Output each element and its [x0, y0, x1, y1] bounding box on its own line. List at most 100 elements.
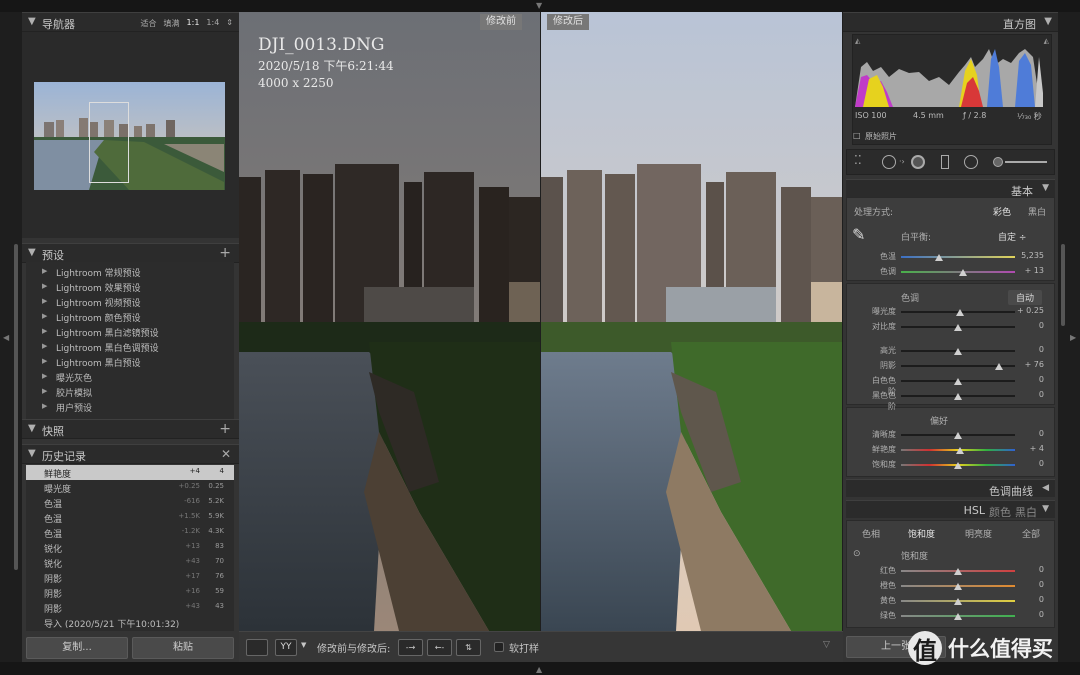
hsl-bw-tab[interactable]: 黑白	[1015, 504, 1037, 520]
hsl-slider-value[interactable]: 0	[1004, 580, 1044, 589]
slider-track[interactable]	[901, 256, 1015, 258]
history-row[interactable]: 阴影 +17 76	[26, 570, 234, 585]
radial-filter-icon[interactable]	[964, 155, 978, 169]
hsl-slider-knob[interactable]	[954, 613, 962, 620]
before-after-view-button[interactable]: YY	[275, 639, 297, 656]
history-row[interactable]: 锐化 +13 83	[26, 540, 234, 555]
basic-header[interactable]: 基本 ▼	[846, 179, 1055, 198]
top-panel-toggle-icon[interactable]: ▼	[536, 1, 542, 10]
copy-before-to-after-icon[interactable]: -→	[398, 639, 423, 656]
histogram-header[interactable]: 直方图 ▼	[843, 12, 1058, 32]
hsl-slider-value[interactable]: 0	[1004, 595, 1044, 604]
slider-knob[interactable]	[934, 254, 943, 261]
original-photo-checkbox-icon[interactable]: □	[853, 131, 861, 140]
left-panel-toggle-icon[interactable]: ◀	[3, 333, 9, 342]
history-row[interactable]: 色温 +1.5K 5.9K	[26, 510, 234, 525]
zoom-dropdown-icon[interactable]: ⇕	[226, 18, 233, 29]
add-snapshot-icon[interactable]: +	[219, 421, 231, 437]
slider-value[interactable]: + 13	[1004, 266, 1044, 275]
preset-folder[interactable]: ▶ Lightroom 颜色预设	[42, 311, 141, 324]
history-row[interactable]: 锐化 +43 70	[26, 555, 234, 570]
history-row[interactable]: 色温 -1.2K 4.3K	[26, 525, 234, 540]
history-row[interactable]: 导入 (2020/5/21 下午10:01:32)	[26, 615, 234, 630]
slider-value[interactable]: 0	[1004, 345, 1044, 354]
view-mode-dropdown-icon[interactable]: ▼	[301, 641, 306, 649]
slider-knob[interactable]	[956, 447, 965, 454]
after-photo[interactable]	[541, 12, 842, 631]
before-photo[interactable]	[239, 12, 540, 631]
hsl-saturation-tab[interactable]: 饱和度	[908, 527, 935, 540]
zoom-fill[interactable]: 填满	[164, 18, 180, 29]
loupe-view-button[interactable]	[246, 639, 268, 656]
copy-after-to-before-icon[interactable]: ←-	[427, 639, 452, 656]
bottom-panel-toggle-icon[interactable]: ▲	[536, 665, 542, 674]
shadow-clipping-icon[interactable]: ◭	[855, 37, 860, 45]
treatment-color-option[interactable]: 彩色	[993, 205, 1011, 218]
clear-history-icon[interactable]: ✕	[221, 447, 231, 461]
tone-curve-header[interactable]: 色调曲线 ◀	[846, 479, 1055, 498]
treatment-bw-option[interactable]: 黑白	[1028, 205, 1046, 218]
history-row[interactable]: 曝光度 +0.25 0.25	[26, 480, 234, 495]
navigator-thumbnail[interactable]	[34, 82, 225, 190]
slider-value[interactable]: 0	[1004, 321, 1044, 330]
right-panel-toggle-icon[interactable]: ▶	[1070, 333, 1076, 342]
hsl-slider-knob[interactable]	[954, 583, 962, 590]
preset-folder[interactable]: ▶ 用户预设	[42, 401, 92, 414]
swap-before-after-icon[interactable]: ⇅	[456, 639, 481, 656]
hsl-all-tab[interactable]: 全部	[1022, 527, 1040, 540]
hsl-luminance-tab[interactable]: 明亮度	[965, 527, 992, 540]
history-header[interactable]: ▼ 历史记录 ✕	[22, 444, 239, 464]
slider-knob[interactable]	[954, 378, 962, 385]
preset-folder[interactable]: ▶ Lightroom 视频预设	[42, 296, 141, 309]
slider-knob[interactable]	[954, 432, 962, 439]
slider-value[interactable]: 0	[1004, 429, 1044, 438]
navigator-view-rect[interactable]	[89, 102, 129, 183]
white-balance-select[interactable]: 自定 ÷	[998, 230, 1026, 243]
slider-value[interactable]: + 0.25	[1004, 306, 1044, 315]
hsl-color-tab[interactable]: 颜色	[989, 504, 1011, 520]
hsl-slider-knob[interactable]	[954, 568, 962, 575]
left-scrollbar[interactable]	[14, 244, 18, 570]
preset-folder[interactable]: ▶ Lightroom 效果预设	[42, 281, 141, 294]
adjustment-brush-icon[interactable]	[993, 157, 1003, 167]
slider-value[interactable]: 0	[1004, 459, 1044, 468]
history-row[interactable]: 阴影 +43 43	[26, 600, 234, 615]
highlight-clipping-icon[interactable]: ◭	[1044, 37, 1049, 45]
tone-auto-button[interactable]: 自动	[1008, 290, 1043, 305]
history-row[interactable]: 阴影 +16 59	[26, 585, 234, 600]
hsl-slider-value[interactable]: 0	[1004, 610, 1044, 619]
hsl-slider-value[interactable]: 0	[1004, 565, 1044, 574]
presets-header[interactable]: ▼ 预设 +	[22, 243, 239, 263]
soft-proof-checkbox[interactable]	[494, 642, 504, 652]
navigator-header[interactable]: ▼ 导航器 适合 填满 1:1 1:4 ⇕	[22, 12, 239, 32]
zoom-fit[interactable]: 适合	[141, 18, 157, 29]
slider-value[interactable]: 0	[1004, 390, 1044, 399]
preset-folder[interactable]: ▶ 胶片模拟	[42, 386, 92, 399]
brush-size-slider[interactable]	[1005, 161, 1047, 163]
preset-folder[interactable]: ▶ Lightroom 黑白预设	[42, 356, 141, 369]
hsl-tab[interactable]: HSL	[964, 504, 985, 517]
crop-tool-icon[interactable]: ⁚⁚	[854, 153, 862, 167]
slider-knob[interactable]	[954, 348, 962, 355]
paste-settings-button[interactable]: 粘贴	[132, 637, 234, 659]
hsl-header[interactable]: HSL 颜色 黑白 ▼	[846, 500, 1055, 520]
hsl-slider-knob[interactable]	[954, 598, 962, 605]
target-adjust-icon[interactable]: ⊙	[853, 549, 861, 559]
slider-knob[interactable]	[954, 393, 962, 400]
zoom-1-4[interactable]: 1:4	[206, 18, 219, 29]
spot-removal-icon[interactable]	[882, 155, 896, 169]
history-row[interactable]: 鲜艳度 +4 4	[26, 465, 234, 480]
hsl-hue-tab[interactable]: 色相	[862, 527, 880, 540]
preset-folder[interactable]: ▶ 曝光灰色	[42, 371, 92, 384]
history-row[interactable]: 色温 -616 5.2K	[26, 495, 234, 510]
slider-value[interactable]: + 4	[1004, 444, 1044, 453]
right-scrollbar[interactable]	[1061, 244, 1065, 326]
snapshots-header[interactable]: ▼ 快照 +	[22, 419, 239, 439]
copy-settings-button[interactable]: 复制...	[26, 637, 128, 659]
slider-value[interactable]: + 76	[1004, 360, 1044, 369]
slider-knob[interactable]	[995, 363, 1004, 370]
red-eye-icon[interactable]	[911, 155, 925, 169]
graduated-filter-icon[interactable]	[941, 155, 949, 169]
slider-knob[interactable]	[954, 462, 962, 469]
add-preset-icon[interactable]: +	[219, 245, 231, 261]
